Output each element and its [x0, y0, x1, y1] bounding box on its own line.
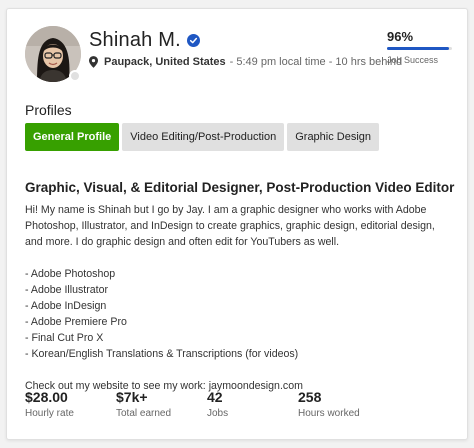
- local-time-text: - 5:49 pm local time - 10 hrs behind: [229, 56, 403, 68]
- name-row: Shinah M.: [89, 29, 200, 52]
- stat-value: 258: [298, 389, 322, 405]
- skill-item: - Final Cut Pro X: [25, 332, 104, 344]
- location-text: Paupack, United States: [104, 56, 226, 68]
- description-intro: Hi! My name is Shinah but I go by Jay. I…: [25, 204, 435, 248]
- skill-item: - Adobe Photoshop: [25, 268, 116, 280]
- tab-general-profile[interactable]: General Profile: [25, 123, 120, 151]
- skill-item: - Adobe Premiere Pro: [25, 316, 127, 328]
- tab-video-editing[interactable]: Video Editing/Post-Production: [122, 123, 285, 151]
- job-success-percent: 96%: [387, 29, 414, 44]
- stat-jobs: 42 Jobs: [207, 389, 298, 419]
- stats-row: $28.00 Hourly rate $7k+ Total earned 42 …: [25, 389, 389, 419]
- avatar-wrapper: [25, 26, 81, 82]
- job-success-label: Job Success: [387, 55, 439, 65]
- verified-badge-icon: [186, 34, 200, 47]
- profiles-heading: Profiles: [25, 102, 72, 118]
- location-pin-icon: [89, 56, 98, 68]
- stat-hourly-rate: $28.00 Hourly rate: [25, 389, 116, 419]
- stat-label: Total earned: [116, 408, 172, 419]
- profile-description: Hi! My name is Shinah but I go by Jay. I…: [25, 202, 455, 394]
- status-dot-icon: [69, 70, 81, 82]
- job-success-bar: [387, 47, 452, 50]
- location-row: Paupack, United States - 5:49 pm local t…: [89, 56, 402, 68]
- stat-value: 42: [207, 389, 223, 405]
- profile-tabs: General Profile Video Editing/Post-Produ…: [25, 123, 382, 151]
- stat-label: Jobs: [207, 408, 229, 419]
- skill-item: - Korean/English Translations & Transcri…: [25, 348, 299, 360]
- stat-label: Hours worked: [298, 408, 360, 419]
- stat-total-earned: $7k+ Total earned: [116, 389, 207, 419]
- skill-item: - Adobe InDesign: [25, 300, 107, 312]
- stat-label: Hourly rate: [25, 408, 74, 419]
- stat-hours-worked: 258 Hours worked: [298, 389, 389, 419]
- profile-title: Graphic, Visual, & Editorial Designer, P…: [25, 180, 455, 195]
- stat-value: $28.00: [25, 389, 68, 405]
- profile-name: Shinah M.: [89, 29, 181, 51]
- tab-graphic-design[interactable]: Graphic Design: [287, 123, 380, 151]
- skill-item: - Adobe Illustrator: [25, 284, 109, 296]
- job-success-bar-fill: [387, 47, 450, 50]
- profile-card: Shinah M. Paupack, United States - 5:49 …: [6, 8, 468, 440]
- job-success: 96% Job Success: [387, 29, 452, 65]
- stat-value: $7k+: [116, 389, 148, 405]
